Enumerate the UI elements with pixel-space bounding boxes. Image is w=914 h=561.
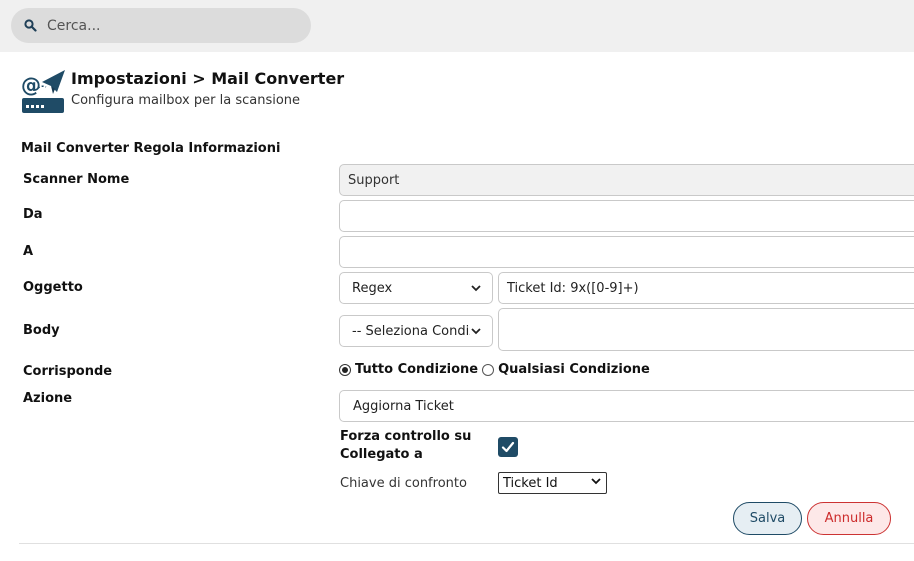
search-input[interactable] <box>45 16 289 35</box>
top-bar <box>0 0 914 52</box>
body-condition-value: -- Seleziona Condiz <box>352 323 470 339</box>
scanner-name-field: Support <box>339 164 914 196</box>
a-field[interactable] <box>339 236 914 268</box>
body-condition-select[interactable]: -- Seleziona Condiz <box>339 315 493 347</box>
page-title: Impostazioni > Mail Converter <box>71 69 345 88</box>
chevron-down-icon <box>470 282 482 294</box>
radio-qualsiasi-label: Qualsiasi Condizione <box>498 362 650 377</box>
body-value-field[interactable] <box>498 308 914 351</box>
page-subtitle: Configura mailbox per la scansione <box>71 93 301 108</box>
corrisponde-options: Tutto Condizione Qualsiasi Condizione <box>339 362 650 377</box>
scanner-name-label: Scanner Nome <box>23 172 130 187</box>
radio-tutto[interactable] <box>339 363 351 376</box>
save-button[interactable]: Salva <box>733 502 802 535</box>
forza-label: Forza controllo su Collegato a <box>340 429 472 462</box>
chiave-label: Chiave di confronto <box>340 476 467 491</box>
a-label: A <box>23 244 34 259</box>
chiave-select[interactable]: Ticket Id <box>498 472 607 494</box>
scanner-name-value: Support <box>348 172 400 188</box>
chevron-down-icon <box>470 325 482 337</box>
azione-field[interactable]: Aggiorna Ticket <box>339 390 914 422</box>
search-icon <box>23 19 37 33</box>
mail-converter-icon: @ <box>20 68 66 114</box>
radio-tutto-label: Tutto Condizione <box>355 362 479 377</box>
oggetto-condition-value: Regex <box>352 280 393 296</box>
corrisponde-label: Corrisponde <box>23 364 113 379</box>
section-title: Mail Converter Regola Informazioni <box>21 141 281 156</box>
chevron-down-icon <box>590 475 602 491</box>
chiave-value: Ticket Id <box>503 475 558 491</box>
svg-text:@: @ <box>21 73 41 97</box>
da-label: Da <box>23 207 43 222</box>
check-icon <box>501 441 515 453</box>
divider <box>19 543 914 544</box>
body-label: Body <box>23 323 60 338</box>
radio-qualsiasi[interactable] <box>482 363 495 376</box>
azione-value: Aggiorna Ticket <box>353 398 454 414</box>
search-box[interactable] <box>11 8 311 43</box>
da-field[interactable] <box>339 200 914 232</box>
azione-label: Azione <box>23 391 73 406</box>
cancel-button[interactable]: Annulla <box>807 502 891 535</box>
oggetto-condition-select[interactable]: Regex <box>339 272 493 304</box>
oggetto-value: Ticket Id: 9x([0-9]+) <box>507 280 639 296</box>
oggetto-value-field[interactable]: Ticket Id: 9x([0-9]+) <box>498 272 914 304</box>
oggetto-label: Oggetto <box>23 280 83 295</box>
forza-checkbox[interactable] <box>498 437 518 457</box>
